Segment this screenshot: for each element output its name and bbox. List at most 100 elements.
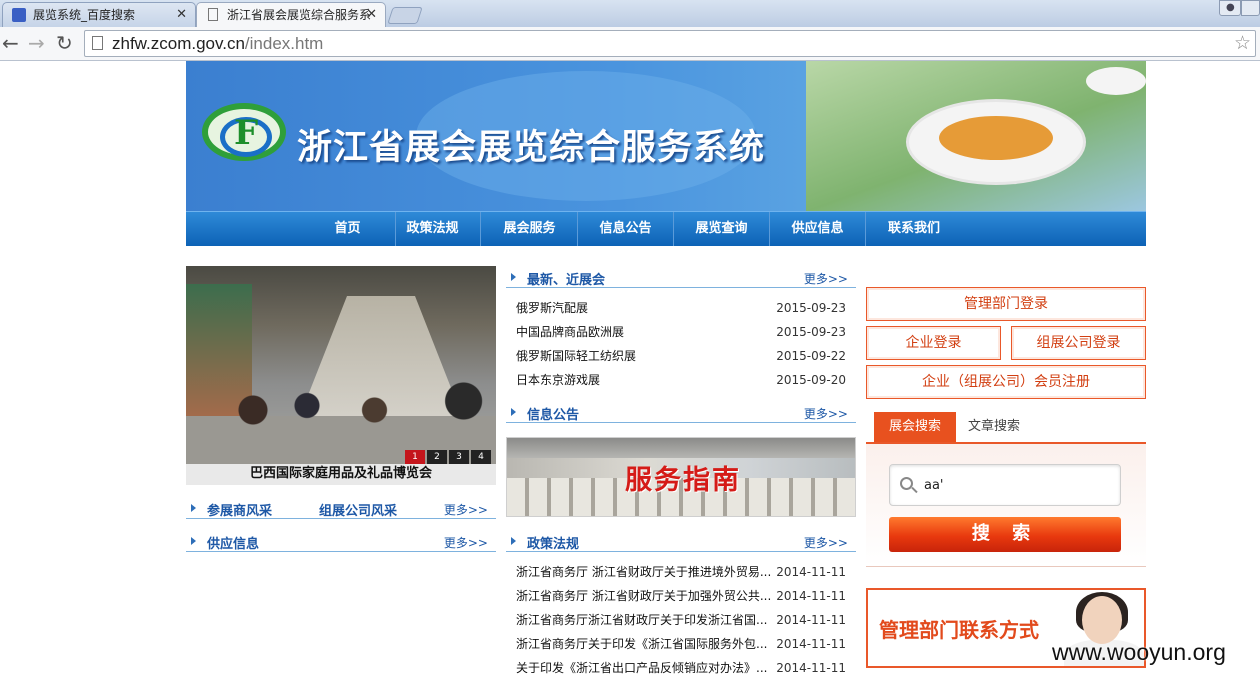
section-exhibitors: 参展商风采 组展公司风采 更多>> [186, 499, 496, 519]
triangle-bullet-icon [191, 537, 196, 545]
close-icon[interactable]: ✕ [366, 7, 377, 22]
more-link[interactable]: 更多>> [444, 501, 488, 518]
list-item[interactable]: 浙江省商务厅关于印发《浙江省国际服务外包... 2014-11-11 [516, 632, 846, 656]
nav-exhibition-services[interactable]: 展会服务 [482, 212, 578, 246]
paw-icon [12, 8, 26, 22]
list-item[interactable]: 关于印发《浙江省出口产品反倾销应对办法》... 2014-11-11 [516, 656, 846, 680]
browser-tab-strip: 展览系统_百度搜索 ✕ 浙江省展会展览综合服务系 ✕ ● [0, 0, 1260, 27]
browser-tab-active[interactable]: 浙江省展会展览综合服务系 ✕ [196, 2, 386, 27]
more-link[interactable]: 更多>> [444, 534, 488, 551]
more-link[interactable]: 更多>> [804, 534, 848, 551]
list-item-date: 2015-09-23 [776, 301, 846, 315]
list-item-title[interactable]: 关于印发《浙江省出口产品反倾销应对办法》... [516, 656, 778, 680]
section-title: 最新、近展会 [527, 273, 606, 288]
new-tab-button[interactable] [387, 7, 423, 24]
slide-dot-1[interactable]: 1 [405, 450, 425, 464]
section-title[interactable]: 参展商风采 [207, 500, 272, 519]
tab-exhibition-search[interactable]: 展会搜索 [874, 412, 956, 442]
more-link[interactable]: 更多>> [804, 270, 848, 287]
nav-contact[interactable]: 联系我们 [866, 212, 962, 246]
list-item-date: 2014-11-11 [776, 565, 846, 579]
nav-announcements[interactable]: 信息公告 [578, 212, 674, 246]
address-bar[interactable]: zhfw.zcom.gov.cn/index.htm ☆ [84, 30, 1256, 57]
search-panel: aa' 搜 索 [866, 444, 1146, 567]
slide-dot-3[interactable]: 3 [449, 450, 469, 464]
tab-title: 展览系统_百度搜索 [33, 8, 136, 22]
nav-home[interactable]: 首页 [300, 212, 396, 246]
list-item-title[interactable]: 浙江省商务厅 浙江省财政厅关于推进境外贸易... [516, 560, 778, 584]
user-icon: ● [1226, 2, 1235, 13]
service-guide-banner[interactable]: 服务指南 [506, 437, 856, 517]
search-input[interactable]: aa' [889, 464, 1121, 506]
list-item-title[interactable]: 日本东京游戏展 [516, 368, 778, 392]
list-item-title[interactable]: 俄罗斯汽配展 [516, 296, 778, 320]
list-item-date: 2014-11-11 [776, 589, 846, 603]
nav-supply-info[interactable]: 供应信息 [770, 212, 866, 246]
list-item-date: 2014-11-11 [776, 637, 846, 651]
list-item-title[interactable]: 浙江省商务厅浙江省财政厅关于印发浙江省国... [516, 608, 778, 632]
list-item-date: 2014-11-11 [776, 661, 846, 675]
list-item-title[interactable]: 中国品牌商品欧洲展 [516, 320, 778, 344]
site-title: 浙江省展会展览综合服务系统 [297, 128, 766, 168]
section-policies: 政策法规 更多>> [506, 532, 856, 552]
list-item[interactable]: 俄罗斯国际轻工纺织展 2015-09-22 [516, 344, 846, 368]
slide-dot-4[interactable]: 4 [471, 450, 491, 464]
page-icon [92, 36, 103, 50]
url-text: zhfw.zcom.gov.cn/index.htm [112, 34, 323, 54]
list-item-title[interactable]: 浙江省商务厅 浙江省财政厅关于加强外贸公共... [516, 584, 778, 608]
admin-login-button[interactable]: 管理部门登录 [866, 287, 1146, 321]
site-logo-icon [202, 103, 286, 161]
list-item[interactable]: 浙江省商务厅浙江省财政厅关于印发浙江省国... 2014-11-11 [516, 608, 846, 632]
reload-icon[interactable]: ↻ [56, 31, 73, 55]
stadium-graphic-small [1086, 67, 1146, 95]
forward-arrow-icon[interactable]: → [28, 31, 45, 55]
member-register-button[interactable]: 企业（组展公司）会员注册 [866, 365, 1146, 399]
section-title-organizers[interactable]: 组展公司风采 [319, 500, 397, 519]
list-item-date: 2015-09-20 [776, 373, 846, 387]
user-profile-button[interactable]: ● [1219, 0, 1241, 16]
url-path: /index.htm [244, 34, 324, 53]
tab-title: 浙江省展会展览综合服务系 [227, 8, 372, 22]
list-item-date: 2015-09-23 [776, 325, 846, 339]
nav-exhibition-search[interactable]: 展览查询 [674, 212, 770, 246]
contact-text: 管理部门联系方式 [879, 618, 1039, 642]
search-tabs: 展会搜索 文章搜索 [866, 412, 1146, 444]
list-item[interactable]: 浙江省商务厅 浙江省财政厅关于加强外贸公共... 2014-11-11 [516, 584, 846, 608]
slide-photo-visitors [226, 356, 496, 446]
more-link[interactable]: 更多>> [804, 405, 848, 422]
organizer-login-button[interactable]: 组展公司登录 [1011, 326, 1146, 360]
list-item-title[interactable]: 浙江省商务厅关于印发《浙江省国际服务外包... [516, 632, 778, 656]
stadium-graphic [906, 99, 1086, 185]
list-item[interactable]: 浙江省商务厅 浙江省财政厅关于推进境外贸易... 2014-11-11 [516, 560, 846, 584]
list-item[interactable]: 中国品牌商品欧洲展 2015-09-23 [516, 320, 846, 344]
watermark-text: www.wooyun.org [1052, 639, 1226, 665]
browser-toolbar: ← → ↻ zhfw.zcom.gov.cn/index.htm ☆ [0, 27, 1260, 61]
browser-tab-baidu[interactable]: 展览系统_百度搜索 ✕ [2, 2, 196, 27]
triangle-bullet-icon [511, 537, 516, 545]
back-arrow-icon[interactable]: ← [2, 31, 19, 55]
list-item-title[interactable]: 俄罗斯国际轻工纺织展 [516, 344, 778, 368]
search-button[interactable]: 搜 索 [889, 517, 1121, 552]
banner-photo-ceiling [507, 438, 855, 458]
page-icon [208, 8, 218, 21]
exhibition-slideshow[interactable] [186, 266, 496, 464]
site-banner: 浙江省展会展览综合服务系统 [186, 61, 1146, 211]
section-supply: 供应信息 更多>> [186, 532, 496, 552]
enterprise-login-button[interactable]: 企业登录 [866, 326, 1001, 360]
close-icon[interactable]: ✕ [176, 7, 187, 22]
list-item[interactable]: 俄罗斯汽配展 2015-09-23 [516, 296, 846, 320]
triangle-bullet-icon [511, 273, 516, 281]
stadium-photo [806, 61, 1146, 211]
list-item-date: 2015-09-22 [776, 349, 846, 363]
section-latest-shows: 最新、近展会 更多>> [506, 268, 856, 288]
window-control-button[interactable] [1241, 0, 1260, 16]
section-title: 信息公告 [527, 408, 580, 423]
tab-article-search[interactable]: 文章搜索 [953, 412, 1035, 442]
slide-caption[interactable]: 巴西国际家庭用品及礼品博览会 [186, 464, 496, 485]
list-item[interactable]: 日本东京游戏展 2015-09-20 [516, 368, 846, 392]
slide-dot-2[interactable]: 2 [427, 450, 447, 464]
nav-policies[interactable]: 政策法规 [385, 212, 481, 246]
triangle-bullet-icon [191, 504, 196, 512]
star-icon[interactable]: ☆ [1234, 32, 1251, 54]
section-title[interactable]: 供应信息 [207, 533, 259, 552]
